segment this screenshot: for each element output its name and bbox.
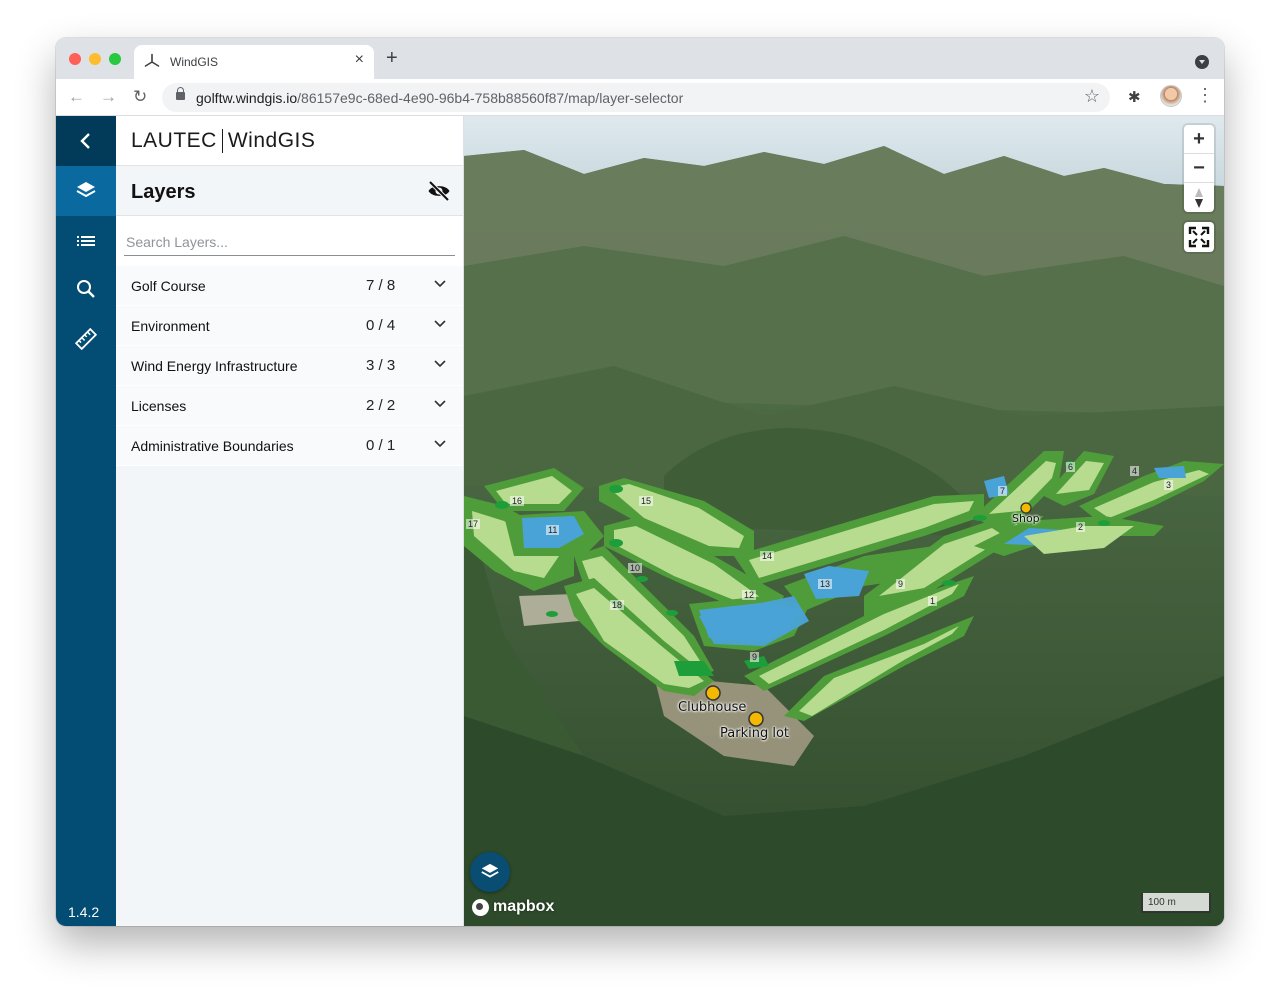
panel-title: Layers bbox=[131, 181, 196, 203]
maximize-window-button[interactable] bbox=[109, 53, 121, 65]
app-version: 1.4.2 bbox=[68, 904, 100, 920]
hole-label: 7 bbox=[998, 486, 1008, 496]
lock-icon bbox=[176, 87, 185, 100]
hole-label: 9 bbox=[896, 579, 906, 589]
bookmark-star-icon[interactable]: ☆ bbox=[1084, 86, 1100, 107]
collapse-panel-button[interactable] bbox=[56, 116, 116, 166]
layer-group-count: 7 / 8 bbox=[366, 277, 396, 294]
layer-search-input[interactable] bbox=[124, 228, 455, 256]
browser-window: WindGIS × + ← → ↻ golftw.windgis.io/8615… bbox=[56, 38, 1224, 926]
poi-label[interactable]: Clubhouse bbox=[678, 700, 746, 715]
layer-group-licenses[interactable]: Licenses 2 / 2 bbox=[116, 386, 463, 426]
poi-parking-marker[interactable] bbox=[748, 711, 764, 727]
layers-header: Layers bbox=[116, 166, 463, 216]
layers-icon bbox=[481, 863, 499, 878]
layer-group-administrative-boundaries[interactable]: Administrative Boundaries 0 / 1 bbox=[116, 426, 463, 466]
layer-panel: LAUTECWindGIS Layers Golf Course 7 / 8 E… bbox=[116, 116, 464, 926]
tab-strip: WindGIS × + bbox=[56, 38, 1224, 79]
hole-label: 17 bbox=[466, 519, 481, 529]
forward-icon[interactable]: → bbox=[100, 87, 117, 107]
terrain-3d-view bbox=[464, 116, 1224, 926]
layer-group-name: Golf Course bbox=[131, 278, 206, 294]
tab-close-icon[interactable]: × bbox=[355, 51, 364, 69]
chevron-down-icon[interactable] bbox=[434, 320, 446, 328]
wind-turbine-icon bbox=[144, 53, 160, 67]
new-tab-button[interactable]: + bbox=[386, 48, 398, 68]
chevron-down-icon[interactable] bbox=[434, 280, 446, 288]
search-icon bbox=[77, 280, 95, 298]
app-logo: LAUTEC WindGIS bbox=[116, 116, 463, 166]
address-bar[interactable]: golftw.windgis.io/86157e9c-68ed-4e90-96b… bbox=[162, 83, 1110, 112]
hole-label: 18 bbox=[610, 600, 625, 610]
navigation-control: + − bbox=[1184, 125, 1214, 212]
hole-label: 10 bbox=[628, 563, 643, 573]
rail-list-button[interactable] bbox=[56, 216, 116, 266]
hole-label: 13 bbox=[818, 579, 833, 589]
hole-label: 6 bbox=[1066, 462, 1076, 472]
browser-toolbar: ← → ↻ golftw.windgis.io/86157e9c-68ed-4e… bbox=[56, 79, 1224, 116]
layer-group-name: Licenses bbox=[131, 398, 187, 414]
hole-label: 1 bbox=[928, 596, 938, 606]
chevron-down-icon[interactable] bbox=[434, 440, 446, 448]
fullscreen-icon bbox=[1188, 226, 1210, 248]
layer-search bbox=[116, 216, 463, 266]
zoom-out-button[interactable]: − bbox=[1184, 154, 1214, 183]
chevron-down-icon[interactable] bbox=[434, 400, 446, 408]
list-icon bbox=[77, 236, 95, 246]
mapbox-logo[interactable]: mapbox bbox=[472, 898, 554, 916]
close-window-button[interactable] bbox=[69, 53, 81, 65]
hole-label: 9 bbox=[750, 652, 760, 662]
poi-label[interactable]: Parking lot bbox=[720, 726, 789, 741]
extensions-icon[interactable]: ✱ bbox=[1128, 88, 1141, 106]
layer-group-name: Environment bbox=[131, 318, 210, 334]
layer-group-count: 0 / 4 bbox=[366, 317, 396, 334]
scale-bar: 100 m bbox=[1141, 893, 1211, 913]
chevron-left-icon bbox=[80, 133, 90, 149]
minimize-window-button[interactable] bbox=[89, 53, 101, 65]
browser-menu-icon[interactable]: ⋮ bbox=[1196, 85, 1214, 105]
layer-group-environment[interactable]: Environment 0 / 4 bbox=[116, 306, 463, 346]
layer-group-count: 2 / 2 bbox=[366, 397, 396, 414]
layer-group-golf-course[interactable]: Golf Course 7 / 8 bbox=[116, 266, 463, 306]
nav-rail: 1.4.2 bbox=[56, 116, 116, 926]
rail-layers-button[interactable] bbox=[56, 166, 116, 216]
hole-label: 11 bbox=[546, 525, 560, 535]
layer-group-name: Administrative Boundaries bbox=[131, 438, 294, 454]
map-canvas[interactable]: Clubhouse Parking lot Shop 16 15 17 11 1… bbox=[464, 116, 1224, 926]
poi-label[interactable]: Shop bbox=[1012, 512, 1040, 525]
profile-avatar[interactable] bbox=[1160, 85, 1182, 107]
compass-button[interactable] bbox=[1184, 183, 1214, 212]
layer-group-wind-energy[interactable]: Wind Energy Infrastructure 3 / 3 bbox=[116, 346, 463, 386]
browser-tab[interactable]: WindGIS × bbox=[134, 45, 374, 79]
hole-label: 3 bbox=[1164, 480, 1174, 490]
hole-label: 4 bbox=[1130, 466, 1140, 476]
layers-icon bbox=[76, 182, 96, 198]
hole-label: 12 bbox=[742, 590, 757, 600]
tab-title: WindGIS bbox=[170, 55, 219, 69]
ruler-icon bbox=[75, 328, 97, 350]
chevron-down-icon[interactable] bbox=[434, 360, 446, 368]
tab-search-icon[interactable] bbox=[1195, 55, 1209, 69]
layer-group-count: 3 / 3 bbox=[366, 357, 396, 374]
fullscreen-button[interactable] bbox=[1184, 222, 1214, 252]
hole-label: 16 bbox=[510, 496, 525, 506]
poi-clubhouse-marker[interactable] bbox=[705, 685, 721, 701]
back-icon[interactable]: ← bbox=[68, 87, 85, 107]
mapbox-logo-icon bbox=[472, 898, 489, 916]
compass-icon bbox=[1195, 187, 1203, 208]
rail-search-button[interactable] bbox=[56, 264, 116, 314]
zoom-in-button[interactable]: + bbox=[1184, 125, 1214, 154]
hole-label: 15 bbox=[639, 496, 654, 506]
rail-measure-button[interactable] bbox=[56, 314, 116, 364]
hole-label: 2 bbox=[1076, 522, 1086, 532]
layer-group-name: Wind Energy Infrastructure bbox=[131, 358, 298, 374]
url-text[interactable]: golftw.windgis.io/86157e9c-68ed-4e90-96b… bbox=[196, 90, 683, 106]
hide-all-layers-icon[interactable] bbox=[427, 179, 451, 203]
hole-label: 14 bbox=[760, 551, 775, 561]
reload-icon[interactable]: ↻ bbox=[133, 87, 147, 107]
layer-group-count: 0 / 1 bbox=[366, 437, 396, 454]
map-layers-button[interactable] bbox=[470, 852, 510, 892]
